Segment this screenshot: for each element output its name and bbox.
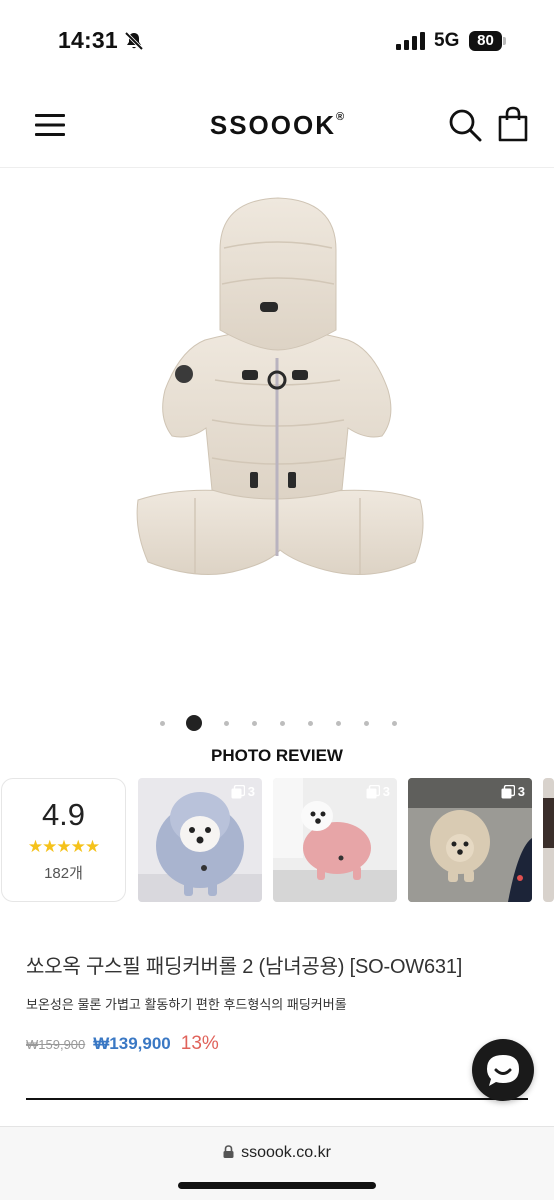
review-thumbnail[interactable]: 3 [138, 778, 262, 902]
photo-count-badge: 3 [366, 784, 390, 799]
review-count: 182개 [44, 865, 83, 882]
discount-rate: 13% [180, 1033, 219, 1054]
photo-count: 3 [517, 784, 525, 799]
review-thumbnail[interactable]: 3 [408, 778, 532, 902]
rating-stars: ★★★★★ [27, 837, 100, 856]
carousel-dot[interactable] [224, 720, 229, 726]
carousel-dot[interactable] [364, 720, 369, 726]
bell-muted-icon [124, 31, 144, 51]
product-description: 보온성은 물론 가볍고 활동하기 편한 후드형식의 패딩커버롤 [26, 997, 347, 1012]
battery-icon: 80 [469, 31, 502, 51]
review-photo [543, 778, 554, 902]
photo-count-badge: 3 [231, 784, 255, 799]
photo-review-title: PHOTO REVIEW [211, 746, 343, 765]
chat-icon [487, 1055, 519, 1086]
rating-summary-card[interactable]: 4.9 ★★★★★ 182개 [1, 778, 126, 902]
status-bar: 14:31 5G 80 [0, 0, 554, 84]
home-indicator[interactable] [178, 1182, 376, 1189]
carousel-dot[interactable] [252, 720, 257, 726]
multiple-photos-icon [501, 784, 515, 798]
review-thumbnail-partial[interactable] [543, 778, 554, 902]
cellular-signal-icon [396, 32, 425, 50]
carousel-pagination[interactable] [160, 714, 420, 732]
network-label: 5G [434, 30, 460, 51]
search-icon[interactable] [448, 108, 482, 142]
carousel-dot-active[interactable] [186, 715, 202, 731]
carousel-dot[interactable] [280, 720, 285, 726]
browser-address-bar[interactable]: ssoook.co.kr [0, 1126, 554, 1200]
chat-button[interactable] [472, 1039, 534, 1101]
multiple-photos-icon [366, 784, 380, 798]
status-time: 14:31 [58, 27, 118, 53]
product-image[interactable] [120, 190, 434, 600]
url-row[interactable]: ssoook.co.kr [0, 1144, 554, 1162]
review-thumbnail[interactable]: 3 [273, 778, 397, 902]
logo-text: SSOOOK [209, 110, 337, 140]
rating-score: 4.9 [41, 797, 86, 832]
lock-icon [223, 1145, 234, 1158]
site-header: SSOOOK® [0, 84, 554, 168]
battery-tip [503, 37, 506, 45]
carousel-dot[interactable] [392, 720, 397, 726]
photo-count: 3 [382, 784, 390, 799]
photo-count: 3 [247, 784, 255, 799]
shopping-bag-icon[interactable] [497, 106, 529, 142]
price-row: ₩159,900 ₩139,900 13% [26, 1033, 219, 1055]
original-price: ₩159,900 [26, 1037, 86, 1052]
url-text: ssoook.co.kr [241, 1144, 331, 1161]
product-title: 쏘오옥 구스필 패딩커버롤 2 (남녀공용) [SO-OW631] [26, 956, 463, 978]
carousel-dot[interactable] [308, 720, 313, 726]
carousel-dot[interactable] [336, 720, 341, 726]
registered-mark: ® [336, 111, 345, 124]
multiple-photos-icon [231, 784, 245, 798]
photo-count-badge: 3 [501, 784, 525, 799]
sale-price: ₩139,900 [93, 1034, 171, 1053]
carousel-dot[interactable] [160, 720, 165, 726]
section-divider [26, 1098, 528, 1100]
